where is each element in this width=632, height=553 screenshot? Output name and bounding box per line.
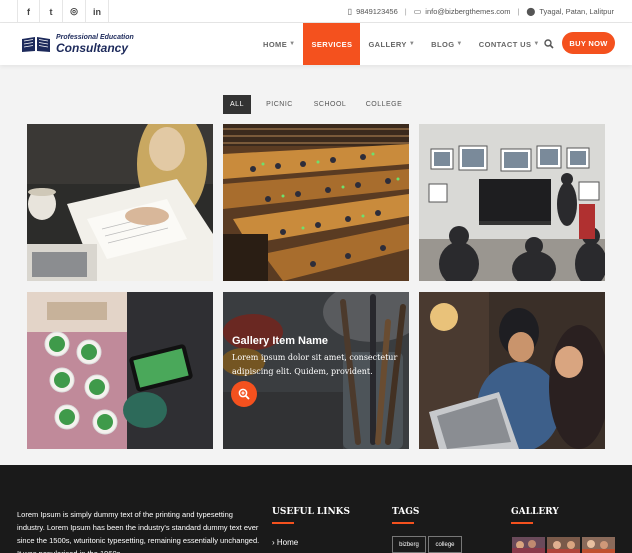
gallery-item-description: Lorem ipsum dolor sit amet, consectetur …: [232, 353, 398, 376]
tag-bizberg[interactable]: bizberg: [392, 536, 426, 553]
gallery-image: [223, 124, 409, 281]
email-address[interactable]: info@bizbergthemes.com: [425, 7, 510, 16]
chevron-down-icon: ▼: [289, 41, 296, 47]
nav-home[interactable]: HOME ▼: [255, 23, 303, 65]
gallery-item[interactable]: [27, 292, 213, 449]
gallery-item-title: Gallery Item Name: [232, 335, 328, 347]
filter-school[interactable]: SCHOOL: [309, 95, 351, 114]
footer-gallery-thumb[interactable]: [512, 537, 545, 553]
main-header: Professional Education Consultancy HOME ▼…: [0, 23, 632, 65]
phone-number[interactable]: 9849123456: [356, 7, 398, 16]
chevron-right-icon: ›: [272, 538, 275, 547]
filter-college[interactable]: COLLEGE: [362, 95, 406, 114]
tag-college[interactable]: college: [428, 536, 462, 553]
chevron-down-icon: ▼: [456, 41, 463, 47]
main-nav: HOME ▼ SERVICES GALLERY ▼ BLOG ▼ CONTACT US…: [255, 23, 548, 65]
chevron-down-icon: ▼: [533, 41, 540, 47]
gallery-item[interactable]: [419, 292, 605, 449]
site-logo[interactable]: Professional Education Consultancy: [20, 32, 134, 56]
gallery-image: [27, 124, 213, 281]
nav-services[interactable]: SERVICES: [303, 23, 361, 65]
nav-contact-us[interactable]: CONTACT US ▼: [471, 23, 548, 65]
logo-line-2: Consultancy: [56, 41, 129, 55]
buy-now-button[interactable]: BUY NOW: [562, 32, 615, 54]
gallery-item-hover[interactable]: Gallery Item Name Lorem ipsum dolor sit …: [223, 292, 409, 449]
location-pin-icon: ⬤: [526, 7, 536, 16]
footer-gallery-heading: GALLERY: [511, 507, 559, 524]
location-text: Tyagal, Patan, Lalitpur: [539, 7, 614, 16]
phone-icon: ▯: [347, 7, 353, 16]
facebook-icon[interactable]: f: [17, 0, 40, 23]
useful-links-heading: USEFUL LINKS: [272, 507, 350, 524]
tags-heading: TAGS: [392, 507, 420, 524]
search-icon[interactable]: [544, 39, 554, 51]
chat-icon: ▭: [413, 7, 422, 16]
footer-gallery-thumb[interactable]: [547, 537, 580, 553]
gallery-item[interactable]: [27, 124, 213, 281]
linkedin-icon[interactable]: in: [86, 0, 109, 23]
contact-info: ▯ 9849123456 | ▭ info@bizbergthemes.com …: [347, 7, 614, 16]
gallery-image: [27, 292, 213, 449]
gallery-item[interactable]: [223, 124, 409, 281]
gallery-filters: ALL PICNIC SCHOOL COLLEGE: [0, 95, 632, 114]
zoom-in-icon[interactable]: [231, 381, 257, 407]
top-bar: f t ◎ in ▯ 9849123456 | ▭ info@bizbergth…: [0, 0, 632, 23]
footer-link-home[interactable]: › Home: [272, 538, 298, 547]
filter-all[interactable]: ALL: [223, 95, 251, 114]
gallery-item[interactable]: [419, 124, 605, 281]
chevron-down-icon: ▼: [408, 41, 416, 47]
logo-line-1: Professional Education: [56, 34, 134, 41]
site-footer: Lorem Ipsum is simply dummy text of the …: [0, 465, 632, 553]
footer-about-text: Lorem Ipsum is simply dummy text of the …: [17, 510, 260, 553]
instagram-icon[interactable]: ◎: [63, 0, 86, 23]
book-logo-icon: [20, 35, 52, 53]
gallery-image: [419, 124, 605, 281]
gallery-image: [419, 292, 605, 449]
filter-picnic[interactable]: PICNIC: [262, 95, 297, 114]
nav-gallery[interactable]: GALLERY ▼: [360, 23, 423, 65]
nav-blog[interactable]: BLOG ▼: [423, 23, 471, 65]
twitter-icon[interactable]: t: [40, 0, 63, 23]
footer-gallery-thumb[interactable]: [582, 537, 615, 553]
